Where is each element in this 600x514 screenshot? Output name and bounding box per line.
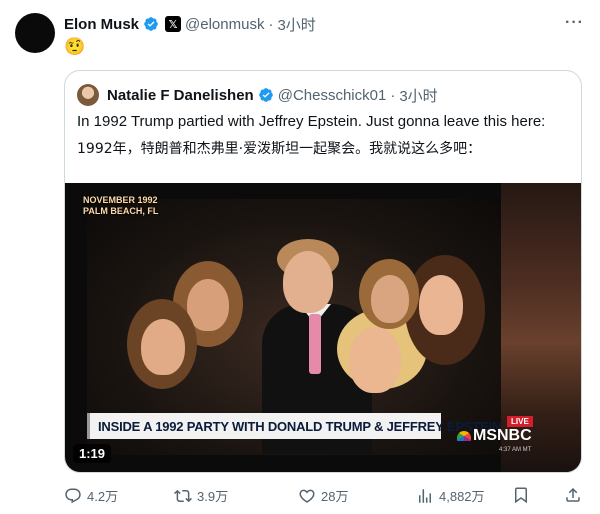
peacock-icon: [457, 431, 471, 441]
crowd-figure: [309, 314, 321, 374]
views-count: 4,882万: [439, 489, 485, 504]
verified-badge-icon: [144, 17, 158, 31]
tweet-actions: 4.2万 3.9万 28万 4,882万: [64, 486, 600, 506]
video-chyron-text: INSIDE A 1992 PARTY WITH DONALD TRUMP & …: [98, 418, 502, 434]
quoted-tweet-text-zh: 1992年，特朗普和杰弗里·爱泼斯坦一起聚会。我就说这么多吧：: [77, 141, 482, 157]
reply-icon: [65, 488, 81, 503]
network-logo: MSNBC: [457, 427, 532, 445]
quoted-author-avatar[interactable]: [77, 84, 99, 106]
quoted-author-name[interactable]: Natalie F Danelishen: [107, 87, 254, 104]
video-location-date: NOVEMBER 1992: [83, 195, 158, 205]
separator: ·: [268, 15, 274, 33]
video-duration: 1:19: [73, 444, 112, 463]
quoted-tweet[interactable]: Natalie F Danelishen @Chesschick01 · 3小时…: [64, 70, 582, 473]
separator: ·: [390, 86, 396, 104]
quoted-tweet-text-en: In 1992 Trump partied with Jeffrey Epste…: [77, 113, 546, 130]
quoted-author-handle[interactable]: @Chesschick01: [278, 87, 387, 104]
more-options-icon[interactable]: ···: [565, 14, 584, 32]
quoted-tweet-header: Natalie F Danelishen @Chesschick01 · 3小时: [77, 84, 438, 106]
reply-count: 4.2万: [87, 489, 119, 504]
network-name: MSNBC: [473, 427, 532, 444]
heart-icon: [299, 489, 315, 503]
bookmark-button[interactable]: [512, 486, 530, 504]
tweet-header: Elon Musk 𝕏 @elonmusk · 3小时: [64, 14, 588, 34]
video-location-label: NOVEMBER 1992 PALM BEACH, FL: [83, 195, 158, 217]
like-button[interactable]: 28万: [298, 486, 348, 505]
crowd-figure: [419, 275, 463, 335]
bookmark-icon: [515, 487, 527, 504]
broadcast-time: 4:37 AM MT: [499, 447, 532, 453]
author-handle[interactable]: @elonmusk: [185, 16, 264, 33]
repost-icon: [174, 489, 192, 502]
quoted-tweet-time[interactable]: 3小时: [399, 85, 437, 106]
bar-chart-icon: [419, 488, 431, 503]
crowd-figure: [349, 327, 401, 393]
crowd-figure: [283, 251, 333, 313]
tweet-body: 🤨: [64, 37, 86, 56]
video-location-place: PALM BEACH, FL: [83, 206, 159, 216]
video-player[interactable]: NOVEMBER 1992 PALM BEACH, FL INSIDE A 19…: [65, 183, 581, 472]
video-chyron: INSIDE A 1992 PARTY WITH DONALD TRUMP & …: [87, 413, 501, 439]
repost-button[interactable]: 3.9万: [174, 486, 228, 505]
repost-count: 3.9万: [197, 489, 229, 504]
crowd-figure: [141, 319, 185, 375]
live-badge: LIVE: [507, 416, 533, 427]
like-count: 28万: [321, 489, 349, 504]
author-avatar[interactable]: [15, 13, 55, 53]
crowd-figure: [371, 275, 409, 323]
share-icon: [566, 487, 580, 502]
verified-badge-icon: [258, 88, 273, 102]
tweet-time[interactable]: 3小时: [277, 14, 315, 35]
author-name[interactable]: Elon Musk: [64, 16, 139, 33]
share-button[interactable]: [564, 486, 582, 504]
reply-button[interactable]: 4.2万: [64, 486, 118, 505]
views-button[interactable]: 4,882万: [416, 486, 485, 505]
x-logo-icon: 𝕏: [165, 16, 182, 32]
